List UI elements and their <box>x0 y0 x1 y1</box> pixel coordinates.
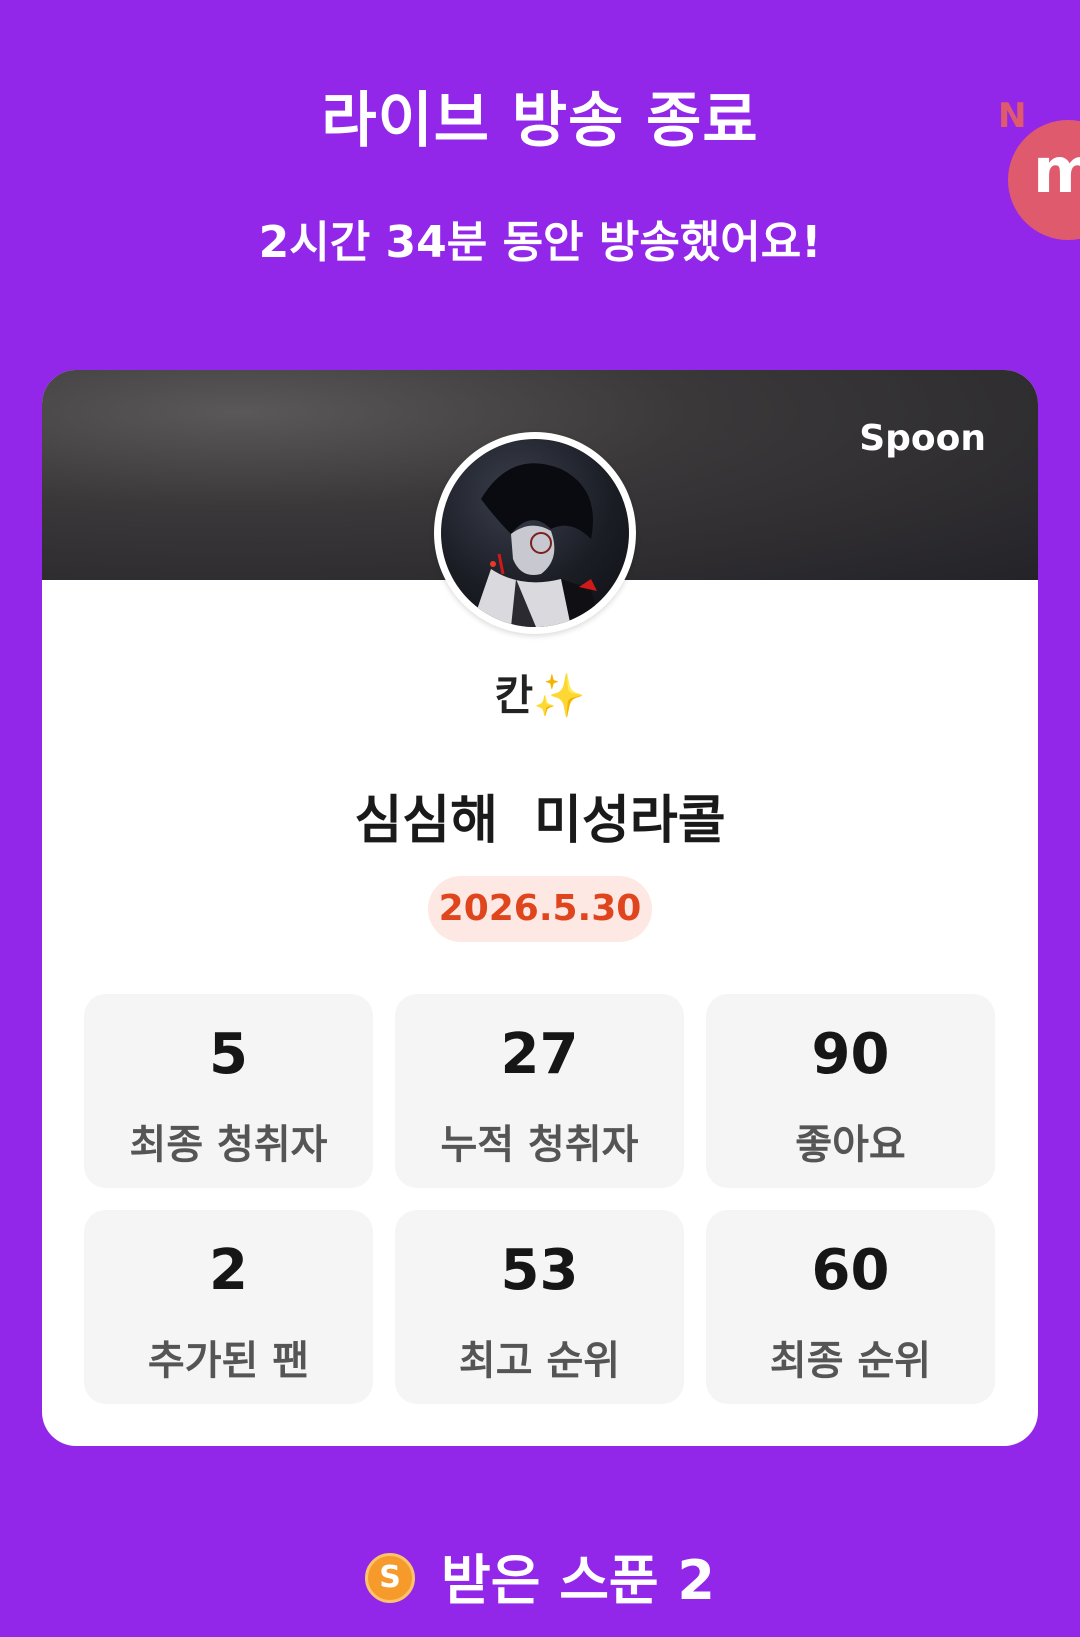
stat-label: 최종 청취자 <box>129 1122 328 1168</box>
stat-value: 53 <box>500 1238 579 1303</box>
stat-value: 5 <box>209 1022 248 1087</box>
stat-value: 60 <box>811 1238 890 1303</box>
stat-label: 최고 순위 <box>458 1338 621 1384</box>
received-spoons: S 받은 스푼 2 <box>0 1536 1080 1615</box>
badge-corner-letter: N <box>998 96 1027 136</box>
avatar <box>434 432 636 634</box>
stat-final-rank: 60 최종 순위 <box>706 1210 995 1404</box>
stat-total-listeners: 27 누적 청취자 <box>395 994 684 1188</box>
sparkles-icon: ✨ <box>533 671 586 720</box>
stat-value: 90 <box>811 1022 890 1087</box>
host-nickname: 칸✨ <box>42 662 1038 723</box>
stat-label: 최종 순위 <box>769 1338 932 1384</box>
stat-likes: 90 좋아요 <box>706 994 995 1188</box>
brand-logo: Spoon <box>859 418 986 459</box>
received-spoons-label: 받은 스푼 <box>441 1549 659 1612</box>
stat-label: 누적 청취자 <box>440 1122 639 1168</box>
received-spoons-count: 2 <box>677 1549 715 1612</box>
broadcast-date: 2026.5.30 <box>428 876 652 942</box>
badge-letter: m <box>1033 134 1080 207</box>
stat-label: 추가된 팬 <box>147 1338 310 1384</box>
stat-value: 27 <box>500 1022 579 1087</box>
broadcast-duration: 2시간 34분 동안 방송했어요! <box>258 217 822 268</box>
nickname-text: 칸 <box>494 671 534 720</box>
stat-value: 2 <box>209 1238 248 1303</box>
broadcast-summary-card: Spoon 칸✨ 심심해 미성라콜 2026.5.30 5 최종 청취자 27 … <box>42 370 1038 1446</box>
stat-label: 좋아요 <box>795 1122 906 1168</box>
spoon-coin-icon: S <box>365 1553 416 1604</box>
live-title: 심심해 미성라콜 <box>354 791 726 851</box>
stat-best-rank: 53 최고 순위 <box>395 1210 684 1404</box>
stat-new-fans: 2 추가된 팬 <box>84 1210 373 1404</box>
avatar-image <box>441 439 629 627</box>
page-title: 라이브 방송 종료 <box>321 86 759 156</box>
stat-final-listeners: 5 최종 청취자 <box>84 994 373 1188</box>
avatar-illustration <box>471 463 601 627</box>
